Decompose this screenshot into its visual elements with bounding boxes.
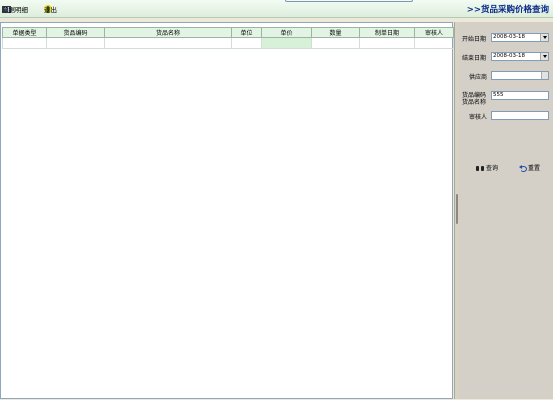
reviewer-label: 审核人: [469, 114, 488, 121]
exit-button[interactable]: 退出: [44, 4, 57, 14]
table-row[interactable]: [2, 37, 454, 49]
top-toolbar: 单据明细 退出 >>货品采购价格查询: [0, 0, 553, 18]
detail-button[interactable]: 单据明细: [2, 4, 28, 14]
goods-name-label: 货品名称: [462, 99, 487, 106]
search-panel: 开始日期 2008-03-18 结束日期 2008-03-18 供应商 货品编码…: [459, 22, 553, 399]
start-date-picker[interactable]: 2008-03-18: [491, 33, 549, 42]
table-cell-selected[interactable]: [261, 37, 312, 49]
exit-label: 退出: [44, 6, 57, 14]
binoculars-icon: [476, 165, 484, 171]
goods-code-field[interactable]: 555: [491, 91, 549, 100]
supplier-label: 供应商: [469, 74, 488, 81]
table-cell[interactable]: [104, 37, 232, 49]
table-cell[interactable]: [231, 37, 262, 49]
column-header[interactable]: 货品编码: [46, 27, 105, 38]
query-label: 查询: [486, 165, 499, 172]
column-header[interactable]: 单据类型: [2, 27, 47, 38]
end-date-label: 结束日期: [462, 55, 487, 62]
column-header[interactable]: 单位: [231, 27, 262, 38]
goods-code-value: 555: [493, 92, 504, 98]
column-header[interactable]: 货品名称: [104, 27, 232, 38]
table-cell[interactable]: [359, 37, 415, 49]
results-table: 单据类型 货品编码 货品名称 单位 单价 数量 制单日期 审核人: [2, 27, 454, 49]
table-cell[interactable]: [2, 37, 47, 49]
center-tab-indicator: [285, 0, 413, 2]
column-header[interactable]: 单价: [261, 27, 312, 38]
start-date-label: 开始日期: [462, 36, 487, 43]
column-header[interactable]: 数量: [311, 27, 360, 38]
reset-button[interactable]: 重置: [519, 163, 540, 172]
results-panel: 单据类型 货品编码 货品名称 单位 单价 数量 制单日期 审核人: [0, 22, 454, 399]
query-button[interactable]: 查询: [476, 163, 498, 172]
column-header[interactable]: 制单日期: [359, 27, 415, 38]
end-date-value: 2008-03-18: [493, 53, 525, 59]
end-date-picker[interactable]: 2008-03-18: [491, 52, 549, 61]
table-cell[interactable]: [311, 37, 360, 49]
reset-label: 重置: [528, 165, 541, 172]
splitter-grip-icon[interactable]: [456, 194, 458, 224]
dropdown-arrow-icon[interactable]: [540, 53, 548, 60]
start-date-value: 2008-03-18: [493, 34, 525, 40]
supplier-select-button[interactable]: [541, 72, 548, 79]
detail-label: 单据明细: [2, 6, 28, 14]
dropdown-arrow-icon[interactable]: [540, 34, 548, 41]
column-header[interactable]: 审核人: [414, 27, 454, 38]
reset-icon: [519, 164, 527, 172]
page-title: >>货品采购价格查询: [466, 5, 549, 15]
table-cell[interactable]: [46, 37, 105, 49]
supplier-field[interactable]: [491, 71, 549, 80]
table-cell[interactable]: [414, 37, 454, 49]
table-header-row: 单据类型 货品编码 货品名称 单位 单价 数量 制单日期 审核人: [2, 27, 454, 38]
reviewer-field[interactable]: [491, 111, 549, 120]
